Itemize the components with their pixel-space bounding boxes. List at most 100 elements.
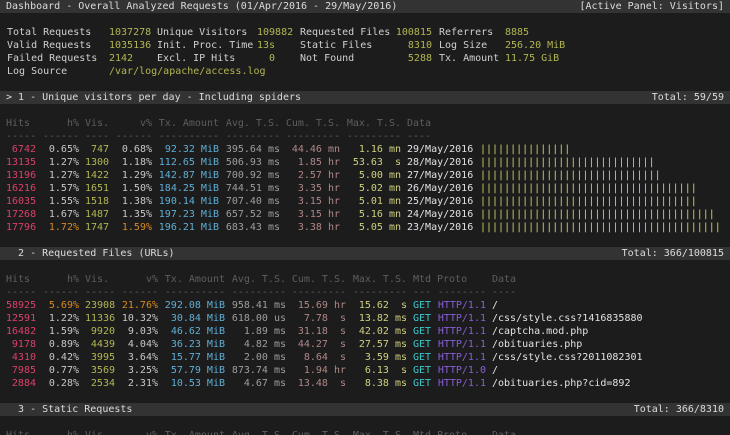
not-found-value: 5288: [372, 52, 432, 65]
visitor-row[interactable]: 13135 1.27% 1300 1.18% 112.65 MiB 506.93…: [0, 156, 730, 169]
init-proc-time-value: 13s: [257, 39, 275, 52]
unique-visitors-label: Unique Visitors: [157, 26, 247, 39]
visitor-row[interactable]: 16035 1.55% 1518 1.38% 190.14 MiB 707.40…: [0, 195, 730, 208]
max-ts-cell: 13.82 ms: [352, 312, 407, 325]
tx-amount-value: 11.75 GiB: [505, 52, 559, 65]
request-row[interactable]: 9178 0.89% 4439 4.04% 36.23 MiB 4.82 ms …: [0, 338, 730, 351]
divider-dashes: -----: [6, 130, 36, 143]
request-row[interactable]: 2884 0.28% 2534 2.31% 10.53 MiB 4.67 ms …: [0, 377, 730, 390]
hits-cell: 16035: [6, 195, 36, 208]
cum-ts-cell: 44.27 s: [291, 338, 346, 351]
request-row[interactable]: 58925 5.69% 23908 21.76% 292.08 MiB 958.…: [0, 299, 730, 312]
request-row[interactable]: 4310 0.42% 3995 3.64% 15.77 MiB 2.00 ms …: [0, 351, 730, 364]
excl-ip-hits-value: 0: [257, 52, 275, 65]
date-cell: 24/May/2016: [407, 208, 473, 221]
hits-cell: 12591: [6, 312, 36, 325]
max-ts-cell: 53.63 s: [346, 156, 401, 169]
visitor-row[interactable]: 17268 1.67% 1487 1.35% 197.23 MiB 657.52…: [0, 208, 730, 221]
visitors-pct-cell: 1.35%: [115, 208, 152, 221]
avg-ts-column-header: Avg. T.S.: [231, 273, 286, 286]
panel-header-visitors[interactable]: > 1 - Unique visitors per day - Includin…: [0, 91, 730, 104]
avg-ts-cell: 657.52 ms: [225, 208, 280, 221]
visitors-pct-cell: 1.29%: [115, 169, 152, 182]
cum-ts-cell: 15.69 hr: [291, 299, 346, 312]
summary-section: Total Requests 1037278 Unique Visitors 1…: [0, 26, 730, 78]
hits-pct-cell: 1.55%: [42, 195, 79, 208]
cum-ts-cell: 3.35 hr: [285, 182, 340, 195]
hits-cell: 17796: [6, 221, 36, 234]
avg-ts-cell: 1.89 ms: [231, 325, 286, 338]
visitors-pct-cell: 0.68%: [115, 143, 152, 156]
date-cell: 26/May/2016: [407, 182, 473, 195]
divider-dashes: ----: [407, 130, 431, 143]
avg-ts-cell: 873.74 ms: [231, 364, 286, 377]
hits-cell: 17268: [6, 208, 36, 221]
max-ts-column-header: Max. T.S.: [346, 117, 401, 130]
visitors-cell: 1518: [85, 195, 109, 208]
visitor-row[interactable]: 16216 1.57% 1651 1.50% 184.25 MiB 744.51…: [0, 182, 730, 195]
cum-ts-cell: 3.15 hr: [285, 195, 340, 208]
panel-header-requests[interactable]: 2 - Requested Files (URLs) Total: 366/10…: [0, 247, 730, 260]
requests-column-headers: Hits h% Vis. v% Tx. Amount Avg. T.S. Cum…: [0, 273, 730, 286]
max-ts-cell: 5.05 mn: [346, 221, 401, 234]
date-cell: 28/May/2016: [407, 156, 473, 169]
visitors-pct-cell: 4.04%: [121, 338, 158, 351]
visitors-pct-cell: 3.25%: [121, 364, 158, 377]
log-source-label: Log Source: [7, 65, 67, 78]
request-row[interactable]: 16482 1.59% 9920 9.03% 46.62 MiB 1.89 ms…: [0, 325, 730, 338]
http-method-cell: GET: [413, 325, 431, 338]
unique-visitors-value: 109882: [257, 26, 293, 39]
hits-pct-cell: 0.28%: [42, 377, 79, 390]
failed-requests-value: 2142: [109, 52, 133, 65]
cum-ts-cell: 8.64 s: [291, 351, 346, 364]
avg-ts-cell: 4.82 ms: [231, 338, 286, 351]
http-method-cell: GET: [413, 364, 431, 377]
url-cell: /css/style.css?1416835880: [492, 312, 643, 325]
request-row[interactable]: 7985 0.77% 3569 3.25% 57.79 MiB 873.74 m…: [0, 364, 730, 377]
visitors-cell: 4439: [85, 338, 115, 351]
hits-cell: 16482: [6, 325, 36, 338]
divider-dashes: ----: [85, 130, 109, 143]
cum-ts-cell: 1.94 hr: [291, 364, 346, 377]
visitor-row[interactable]: 6742 0.65% 747 0.68% 92.32 MiB 395.64 ms…: [0, 143, 730, 156]
tx-amount-cell: 36.23 MiB: [164, 338, 225, 351]
hits-pct-cell: 0.77%: [42, 364, 79, 377]
visitors-pct-cell: 1.18%: [115, 156, 152, 169]
avg-ts-cell: 2.00 ms: [231, 351, 286, 364]
hits-bar-sparkline: ||||||||||||||||||||||||||||||||||||: [480, 195, 697, 208]
date-cell: 23/May/2016: [407, 221, 473, 234]
hits-pct-cell: 1.72%: [42, 221, 79, 234]
hits-bar-sparkline: ||||||||||||||||||||||||||||||: [480, 169, 661, 182]
hits-cell: 7985: [6, 364, 36, 377]
panel-1-total: Total: 59/59: [652, 91, 724, 104]
tx-amount-cell: 10.53 MiB: [164, 377, 225, 390]
tx-amount-cell: 15.77 MiB: [164, 351, 225, 364]
panel-header-static-requests[interactable]: 3 - Static Requests Total: 366/8310: [0, 403, 730, 416]
summary-row-1: Total Requests 1037278 Unique Visitors 1…: [0, 26, 730, 39]
max-ts-cell: 42.02 ms: [352, 325, 407, 338]
visitors-pct-cell: 1.38%: [115, 195, 152, 208]
http-protocol-cell: HTTP/1.1: [437, 377, 486, 390]
protocol-column-header: Proto: [437, 273, 486, 286]
total-requests-label: Total Requests: [7, 26, 91, 39]
visitors-cell: 1300: [85, 156, 109, 169]
divider-dashes: ---: [413, 286, 431, 299]
visitor-row[interactable]: 13196 1.27% 1422 1.29% 142.87 MiB 700.92…: [0, 169, 730, 182]
hits-column-header: Hits: [6, 117, 36, 130]
http-method-cell: GET: [413, 299, 431, 312]
max-ts-cell: 5.01 mn: [346, 195, 401, 208]
url-cell: /: [492, 364, 498, 377]
hits-pct-cell: 0.65%: [42, 143, 79, 156]
requests-header-divider: ----- ------ ----- ------ ---------- ---…: [0, 286, 730, 299]
request-row[interactable]: 12591 1.22% 11336 10.32% 30.84 MiB 618.0…: [0, 312, 730, 325]
avg-ts-cell: 4.67 ms: [231, 377, 286, 390]
summary-row-3: Failed Requests 2142 Excl. IP Hits 0 Not…: [0, 52, 730, 65]
valid-requests-label: Valid Requests: [7, 39, 91, 52]
visitors-pct-cell: 1.50%: [115, 182, 152, 195]
hits-pct-cell: 1.67%: [42, 208, 79, 221]
hits-cell: 6742: [6, 143, 36, 156]
url-cell: /obituaries.php: [492, 338, 582, 351]
divider-dashes: ---------: [225, 130, 280, 143]
visitors-column-header: Vis.: [85, 429, 115, 435]
visitor-row[interactable]: 17796 1.72% 1747 1.59% 196.21 MiB 683.43…: [0, 221, 730, 234]
